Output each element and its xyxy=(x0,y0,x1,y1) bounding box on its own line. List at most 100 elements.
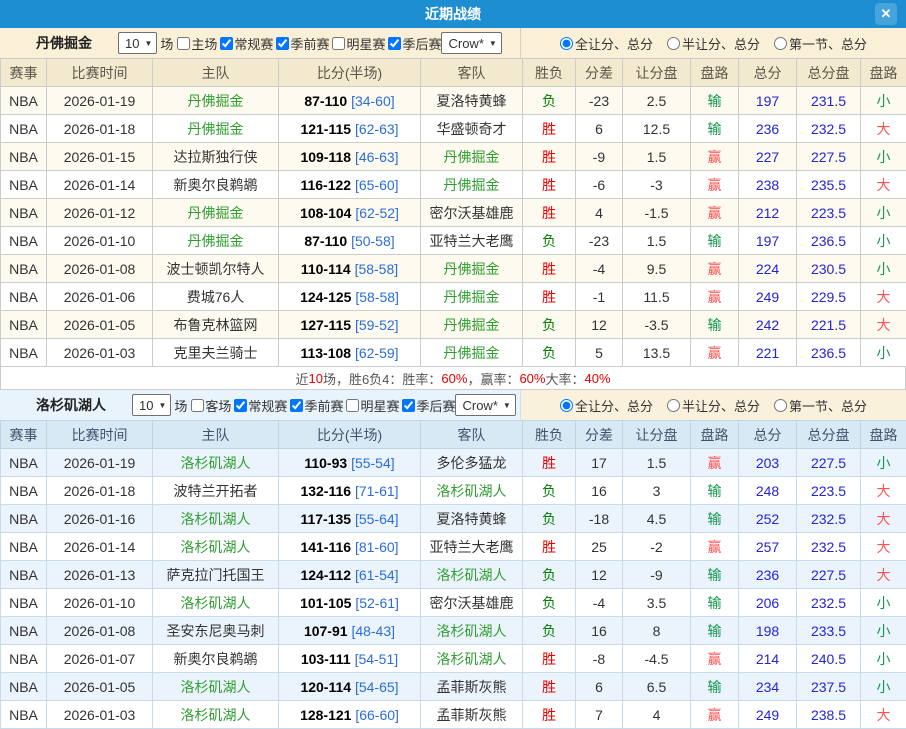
games-count-select[interactable]: 10▼ xyxy=(132,394,171,416)
cell-handicap-line: 3 xyxy=(623,477,691,505)
column-header: 分差 xyxy=(576,421,623,449)
cell-date: 2026-01-14 xyxy=(47,533,153,561)
radio-input[interactable] xyxy=(667,37,680,50)
filter-radio-2[interactable]: 第一节、总分 xyxy=(774,34,867,53)
filter-checkbox-1[interactable]: 常规赛 xyxy=(231,396,287,415)
radio-label: 第一节、总分 xyxy=(789,396,867,415)
checkbox-input[interactable] xyxy=(234,399,247,412)
checkbox-input[interactable] xyxy=(402,399,415,412)
filter-radio-0[interactable]: 全让分、总分 xyxy=(560,396,653,415)
cell-result: 胜 xyxy=(523,255,576,283)
cell-league: NBA xyxy=(1,533,47,561)
summary-text: 60% xyxy=(519,371,545,386)
halftime-score: [54-65] xyxy=(355,679,399,695)
cell-result: 负 xyxy=(523,339,576,367)
cell-date: 2026-01-03 xyxy=(47,339,153,367)
team-section: 丹佛掘金10▼场主场常规赛季前赛明星赛季后赛Crow*▼全让分、总分半让分、总分… xyxy=(0,28,906,390)
radio-input[interactable] xyxy=(560,399,573,412)
cell-handicap-result: 输 xyxy=(691,87,739,115)
cell-date: 2026-01-08 xyxy=(47,617,153,645)
filter-checkbox-4[interactable]: 季后赛 xyxy=(385,34,441,53)
filter-checkbox-4[interactable]: 季后赛 xyxy=(399,396,455,415)
halftime-score: [46-63] xyxy=(355,149,399,165)
summary-line: 近 10 场，胜6负4：胜率：60%，赢率：60% 大率：40% xyxy=(0,367,906,390)
radio-input[interactable] xyxy=(774,399,787,412)
radio-label: 半让分、总分 xyxy=(682,34,760,53)
radio-input[interactable] xyxy=(560,37,573,50)
filter-radio-0[interactable]: 全让分、总分 xyxy=(560,34,653,53)
games-unit-label: 场 xyxy=(174,396,187,415)
filter-checkbox-2[interactable]: 季前赛 xyxy=(273,34,329,53)
cell-result: 胜 xyxy=(523,199,576,227)
checkbox-input[interactable] xyxy=(388,37,401,50)
filter-radio-1[interactable]: 半让分、总分 xyxy=(667,396,760,415)
score-text: 87-110 xyxy=(304,93,347,109)
source-select[interactable]: Crow*▼ xyxy=(455,394,515,416)
cell-handicap-result: 输 xyxy=(691,227,739,255)
checkbox-label: 季前赛 xyxy=(304,396,343,415)
checkbox-label: 常规赛 xyxy=(248,396,287,415)
cell-home-team: 丹佛掘金 xyxy=(153,227,279,255)
cell-score: 103-111 [54-51] xyxy=(279,645,421,673)
cell-total-line: 231.5 xyxy=(797,87,861,115)
cell-score: 110-93 [55-54] xyxy=(279,449,421,477)
cell-point-diff: 25 xyxy=(576,533,623,561)
radio-input[interactable] xyxy=(774,37,787,50)
score-text: 113-108 xyxy=(300,345,351,361)
score-text: 108-104 xyxy=(300,205,351,221)
cell-handicap-result: 输 xyxy=(691,617,739,645)
cell-point-diff: 6 xyxy=(576,115,623,143)
cell-home-team: 丹佛掘金 xyxy=(153,115,279,143)
checkbox-input[interactable] xyxy=(220,37,233,50)
filter-checkbox-0[interactable]: 主场 xyxy=(174,34,217,53)
halftime-score: [55-64] xyxy=(355,511,399,527)
cell-date: 2026-01-18 xyxy=(47,115,153,143)
cell-result: 负 xyxy=(523,505,576,533)
cell-handicap-result: 赢 xyxy=(691,171,739,199)
cell-score: 87-110 [50-58] xyxy=(279,227,421,255)
filter-checkbox-1[interactable]: 常规赛 xyxy=(217,34,273,53)
checkbox-input[interactable] xyxy=(332,37,345,50)
cell-away-team: 夏洛特黄蜂 xyxy=(421,87,523,115)
cell-result: 负 xyxy=(523,227,576,255)
cell-score: 141-116 [81-60] xyxy=(279,533,421,561)
cell-away-team: 洛杉矶湖人 xyxy=(421,617,523,645)
cell-league: NBA xyxy=(1,701,47,729)
cell-total-line: 229.5 xyxy=(797,283,861,311)
checkbox-input[interactable] xyxy=(177,37,190,50)
cell-point-diff: -8 xyxy=(576,645,623,673)
checkbox-label: 季前赛 xyxy=(290,34,329,53)
cell-home-team: 洛杉矶湖人 xyxy=(153,701,279,729)
cell-handicap-line: 12.5 xyxy=(623,115,691,143)
cell-date: 2026-01-18 xyxy=(47,477,153,505)
cell-home-team: 洛杉矶湖人 xyxy=(153,449,279,477)
filter-checkbox-3[interactable]: 明星赛 xyxy=(343,396,399,415)
cell-handicap-result: 赢 xyxy=(691,533,739,561)
column-header: 比赛时间 xyxy=(47,421,153,449)
filter-radio-1[interactable]: 半让分、总分 xyxy=(667,34,760,53)
checkbox-input[interactable] xyxy=(191,399,204,412)
cell-result: 负 xyxy=(523,589,576,617)
cell-total-line: 232.5 xyxy=(797,505,861,533)
filter-checkbox-2[interactable]: 季前赛 xyxy=(287,396,343,415)
filter-checkbox-0[interactable]: 客场 xyxy=(188,396,231,415)
column-header: 总分盘 xyxy=(797,421,861,449)
source-select[interactable]: Crow*▼ xyxy=(441,32,501,54)
cell-over-under: 大 xyxy=(861,311,906,339)
cell-away-team: 丹佛掘金 xyxy=(421,283,523,311)
radio-input[interactable] xyxy=(667,399,680,412)
checkbox-input[interactable] xyxy=(346,399,359,412)
close-button[interactable]: ✕ xyxy=(875,3,897,25)
cell-total-points: 212 xyxy=(739,199,797,227)
games-count-select[interactable]: 10▼ xyxy=(118,32,157,54)
checkbox-input[interactable] xyxy=(290,399,303,412)
checkbox-input[interactable] xyxy=(276,37,289,50)
filter-checkbox-3[interactable]: 明星赛 xyxy=(329,34,385,53)
filter-radio-2[interactable]: 第一节、总分 xyxy=(774,396,867,415)
cell-point-diff: 12 xyxy=(576,561,623,589)
cell-away-team: 洛杉矶湖人 xyxy=(421,477,523,505)
cell-home-team: 布鲁克林篮网 xyxy=(153,311,279,339)
cell-date: 2026-01-10 xyxy=(47,227,153,255)
cell-over-under: 大 xyxy=(861,505,906,533)
column-header: 胜负 xyxy=(523,421,576,449)
